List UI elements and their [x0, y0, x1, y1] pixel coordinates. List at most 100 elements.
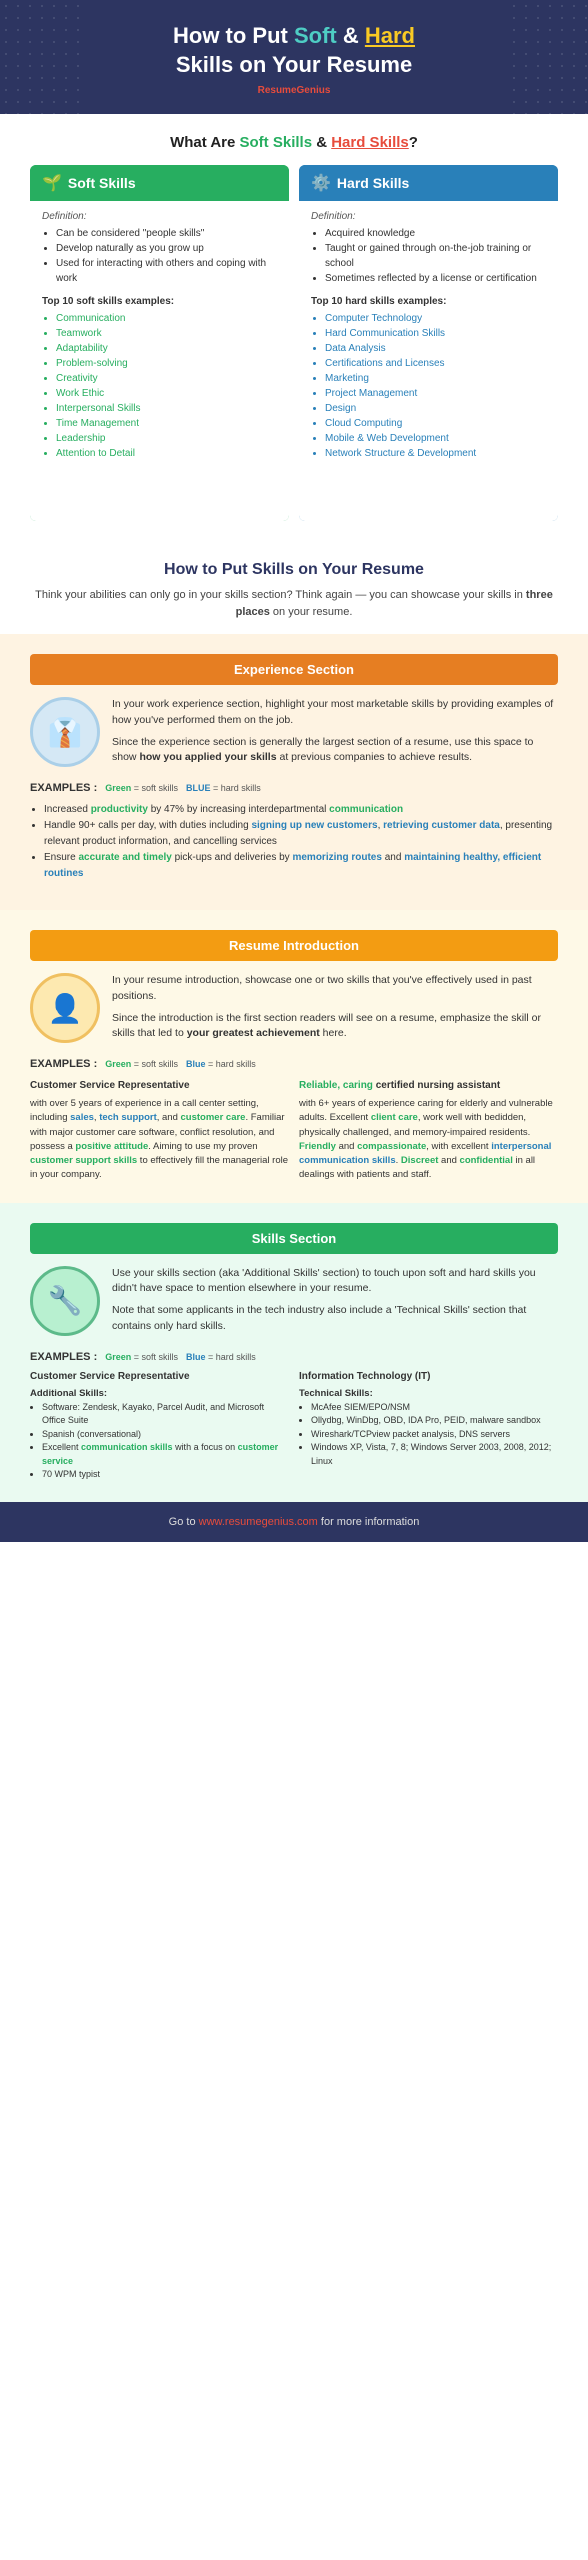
brand: ResumeGenius	[40, 85, 548, 96]
skills-image: 🔧	[30, 1266, 100, 1336]
soft-def-label: Definition:	[42, 211, 277, 222]
soft-skills-header: 🌱 Soft Skills	[30, 165, 289, 201]
how-subtitle: Think your abilities can only go in your…	[30, 587, 558, 620]
legend-green: Green = soft skills	[105, 1352, 178, 1362]
hard-def-item: Acquired knowledge	[325, 226, 546, 241]
how-title: How to Put Skills on Your Resume	[30, 561, 558, 579]
hard-skills-body: Definition: Acquired knowledge Taught or…	[299, 201, 558, 521]
hard-def-item: Taught or gained through on-the-job trai…	[325, 241, 546, 271]
experience-examples-bar: EXAMPLES : Green = soft skills BLUE = ha…	[30, 782, 558, 794]
experience-content: 👔 In your work experience section, highl…	[30, 697, 558, 772]
soft-def-item: Used for interacting with others and cop…	[56, 256, 277, 286]
legend-blue: Blue = hard skills	[186, 1352, 256, 1362]
skills-subsection: Skills Section 🔧 Use your skills section…	[30, 1223, 558, 1482]
skills-example-left-title: Customer Service Representative	[30, 1371, 289, 1382]
what-section: What Are Soft Skills & Hard Skills? 🌱 So…	[0, 114, 588, 541]
list-item: Software: Zendesk, Kayako, Parcel Audit,…	[42, 1401, 289, 1428]
list-item: Communication	[56, 311, 277, 326]
resume-intro-para1: In your resume introduction, showcase on…	[112, 973, 558, 1005]
soft-skills-list: Communication Teamwork Adaptability Prob…	[42, 311, 277, 461]
skills-example-left-list: Software: Zendesk, Kayako, Parcel Audit,…	[42, 1401, 289, 1482]
examples-label: EXAMPLES :	[30, 1351, 97, 1363]
resume-intro-content: 👤 In your resume introduction, showcase …	[30, 973, 558, 1048]
what-title-and: &	[312, 134, 331, 151]
resume-intro-example-right: Reliable, caring certified nursing assis…	[299, 1078, 558, 1183]
experience-text: In your work experience section, highlig…	[112, 697, 558, 772]
resume-intro-para2: Since the introduction is the first sect…	[112, 1011, 558, 1043]
soft-def-item: Develop naturally as you grow up	[56, 241, 277, 256]
resume-intro-header: Resume Introduction	[30, 930, 558, 961]
example-left-body: with over 5 years of experience in a cal…	[30, 1098, 288, 1180]
what-title-soft: Soft Skills	[240, 134, 313, 151]
list-item: Cloud Computing	[325, 416, 546, 431]
experience-section: Experience Section 👔 In your work experi…	[0, 634, 588, 910]
title-part1: How to Put	[173, 23, 294, 48]
list-item: Leadership	[56, 431, 277, 446]
legend-green: Green = soft skills	[105, 1059, 178, 1069]
how-section: How to Put Skills on Your Resume Think y…	[0, 541, 588, 634]
resume-intro-text: In your resume introduction, showcase on…	[112, 973, 558, 1048]
skills-para1: Use your skills section (aka 'Additional…	[112, 1266, 558, 1298]
list-item: McAfee SIEM/EPO/NSM	[311, 1401, 558, 1415]
what-title-end: ?	[409, 134, 418, 151]
title-hard: Hard	[365, 23, 415, 48]
experience-image: 👔	[30, 697, 100, 767]
footer-link[interactable]: www.resumegenius.com	[199, 1516, 318, 1528]
list-item: Work Ethic	[56, 386, 277, 401]
resume-intro-examples: Customer Service Representative with ove…	[30, 1078, 558, 1183]
hard-skills-column: ⚙️ Hard Skills Definition: Acquired know…	[299, 165, 558, 521]
skills-examples: Customer Service Representative Addition…	[30, 1371, 558, 1482]
hard-definition-list: Acquired knowledge Taught or gained thro…	[311, 226, 546, 286]
hard-skills-list: Computer Technology Hard Communication S…	[311, 311, 546, 461]
header: How to Put Soft & Hard Skills on Your Re…	[0, 0, 588, 114]
list-item: Increased productivity by 47% by increas…	[44, 802, 558, 818]
page: How to Put Soft & Hard Skills on Your Re…	[0, 0, 588, 1542]
skills-section: Skills Section 🔧 Use your skills section…	[0, 1203, 588, 1502]
list-item: Teamwork	[56, 326, 277, 341]
list-item: Adaptability	[56, 341, 277, 356]
list-item: Excellent communication skills with a fo…	[42, 1441, 289, 1468]
hard-def-item: Sometimes reflected by a license or cert…	[325, 271, 546, 286]
soft-skills-icon: 🌱	[42, 173, 62, 193]
list-item: Mobile & Web Development	[325, 431, 546, 446]
resume-intro-section: Resume Introduction 👤 In your resume int…	[0, 910, 588, 1203]
list-item: Design	[325, 401, 546, 416]
skills-header: Skills Section	[30, 1223, 558, 1254]
resume-intro-examples-bar: EXAMPLES : Green = soft skills Blue = ha…	[30, 1058, 558, 1070]
list-item: Ensure accurate and timely pick-ups and …	[44, 850, 558, 882]
list-item: Handle 90+ calls per day, with duties in…	[44, 818, 558, 850]
examples-label: EXAMPLES :	[30, 782, 97, 794]
skills-example-left: Customer Service Representative Addition…	[30, 1371, 289, 1482]
example-left-title: Customer Service Representative	[30, 1078, 289, 1093]
skills-para2: Note that some applicants in the tech in…	[112, 1303, 558, 1335]
resume-intro-example-left: Customer Service Representative with ove…	[30, 1078, 289, 1183]
list-item: Marketing	[325, 371, 546, 386]
legend-green: Green = soft skills	[105, 783, 178, 793]
list-item: Certifications and Licenses	[325, 356, 546, 371]
example-right-title: Reliable, caring certified nursing assis…	[299, 1078, 558, 1093]
list-item: Computer Technology	[325, 311, 546, 326]
legend-blue: BLUE = hard skills	[186, 783, 261, 793]
resume-intro-image: 👤	[30, 973, 100, 1043]
what-title-hard: Hard Skills	[331, 134, 409, 151]
skills-example-right: Information Technology (IT) Technical Sk…	[299, 1371, 558, 1482]
skills-example-right-subtitle: Technical Skills:	[299, 1388, 558, 1399]
what-title-part1: What Are	[170, 134, 239, 151]
title-and: &	[337, 23, 365, 48]
soft-skills-body: Definition: Can be considered "people sk…	[30, 201, 289, 521]
list-item: Network Structure & Development	[325, 446, 546, 461]
legend-blue: Blue = hard skills	[186, 1059, 256, 1069]
experience-subsection: Experience Section 👔 In your work experi…	[30, 654, 558, 882]
soft-skills-title: Soft Skills	[68, 175, 136, 191]
list-item: Windows XP, Vista, 7, 8; Windows Server …	[311, 1441, 558, 1468]
hard-skills-icon: ⚙️	[311, 173, 331, 193]
list-item: Ollydbg, WinDbg, OBD, IDA Pro, PEID, mal…	[311, 1414, 558, 1428]
hard-examples-label: Top 10 hard skills examples:	[311, 296, 546, 307]
soft-examples-label: Top 10 soft skills examples:	[42, 296, 277, 307]
experience-para2: Since the experience section is generall…	[112, 735, 558, 767]
skills-table: 🌱 Soft Skills Definition: Can be conside…	[30, 165, 558, 521]
resume-intro-subsection: Resume Introduction 👤 In your resume int…	[30, 930, 558, 1183]
list-item: Data Analysis	[325, 341, 546, 356]
soft-definition-list: Can be considered "people skills" Develo…	[42, 226, 277, 286]
skills-example-right-list: McAfee SIEM/EPO/NSM Ollydbg, WinDbg, OBD…	[311, 1401, 558, 1469]
